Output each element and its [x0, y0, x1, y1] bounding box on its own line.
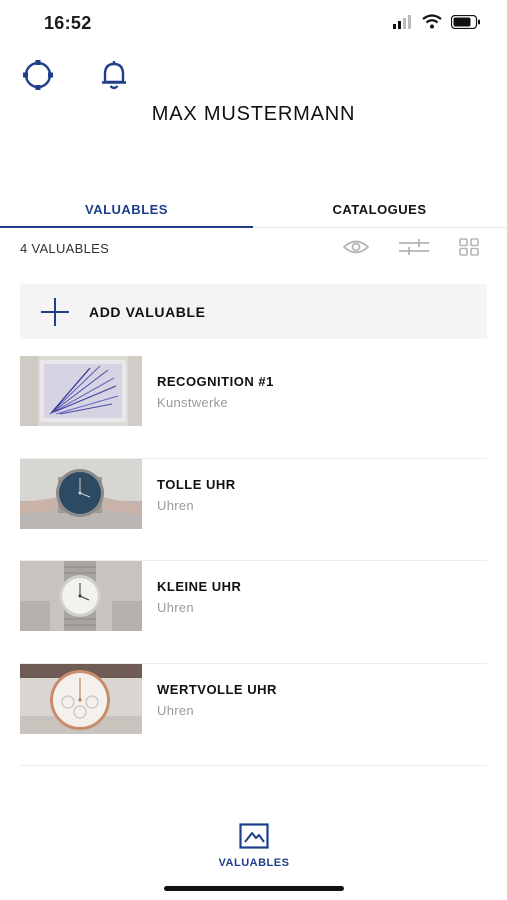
valuables-list: RECOGNITION #1 Kunstwerke TOLLE UHR Uhre… [20, 356, 487, 766]
item-title: KLEINE UHR [157, 579, 242, 594]
list-toolbar: 4 VALUABLES [20, 236, 487, 262]
bottom-nav: VALUABLES [0, 820, 507, 870]
item-text: TOLLE UHR Uhren [157, 477, 236, 513]
item-category: Uhren [157, 702, 194, 718]
list-item[interactable]: RECOGNITION #1 Kunstwerke [20, 356, 487, 459]
list-item[interactable]: WERTVOLLE UHR Uhren [20, 663, 487, 766]
profile-name: MAX MUSTERMANN [151, 103, 356, 125]
signal-icon [393, 14, 411, 29]
item-text: RECOGNITION #1 Kunstwerke [157, 374, 274, 410]
nav-label: VALUABLES [218, 857, 290, 869]
list-item[interactable]: KLEINE UHR Uhren [20, 561, 487, 664]
tab-bar: VALUABLES CATALOGUES [0, 196, 507, 228]
valuables-mountain-icon [239, 823, 269, 849]
home-indicator[interactable] [164, 886, 344, 891]
item-category: Uhren [157, 497, 194, 513]
item-title: WERTVOLLE UHR [157, 681, 277, 697]
item-category: Uhren [157, 600, 194, 615]
add-valuable-button[interactable]: ADD VALUABLE [20, 284, 487, 339]
item-category: Kunstwerke [157, 395, 228, 410]
thumbnail-watch [20, 663, 142, 734]
list-item[interactable]: TOLLE UHR Uhren [20, 458, 487, 561]
item-text: KLEINE UHR Uhren [157, 579, 241, 615]
status-icons [393, 14, 481, 29]
filter-sliders-icon[interactable] [399, 238, 429, 256]
status-time: 16:52 [44, 13, 92, 33]
add-valuable-label: ADD VALUABLE [89, 303, 206, 320]
item-title: TOLLE UHR [157, 476, 236, 492]
notifications-button[interactable] [96, 58, 132, 92]
thumbnail-artwork [20, 356, 142, 426]
bell-icon [102, 61, 126, 90]
status-bar: 16:52 [0, 0, 507, 46]
plus-icon [41, 297, 69, 326]
wifi-icon [422, 14, 442, 29]
header-icons [20, 58, 132, 92]
item-title: RECOGNITION #1 [157, 374, 274, 389]
nav-item-valuables[interactable]: VALUABLES [214, 823, 294, 869]
settings-icon [23, 60, 53, 90]
tab-catalogues[interactable]: CATALOGUES [253, 196, 506, 228]
item-text: WERTVOLLE UHR Uhren [157, 682, 277, 718]
thumbnail-watch [20, 561, 142, 631]
thumbnail-watch [20, 458, 142, 529]
eye-icon[interactable] [343, 239, 369, 255]
grid-view-icon[interactable] [459, 238, 479, 256]
battery-icon [451, 14, 480, 29]
valuables-count: 4 VALUABLES [20, 241, 110, 256]
toolbar-icons [343, 238, 479, 256]
tab-valuables[interactable]: VALUABLES [0, 196, 253, 228]
settings-button[interactable] [20, 58, 56, 92]
